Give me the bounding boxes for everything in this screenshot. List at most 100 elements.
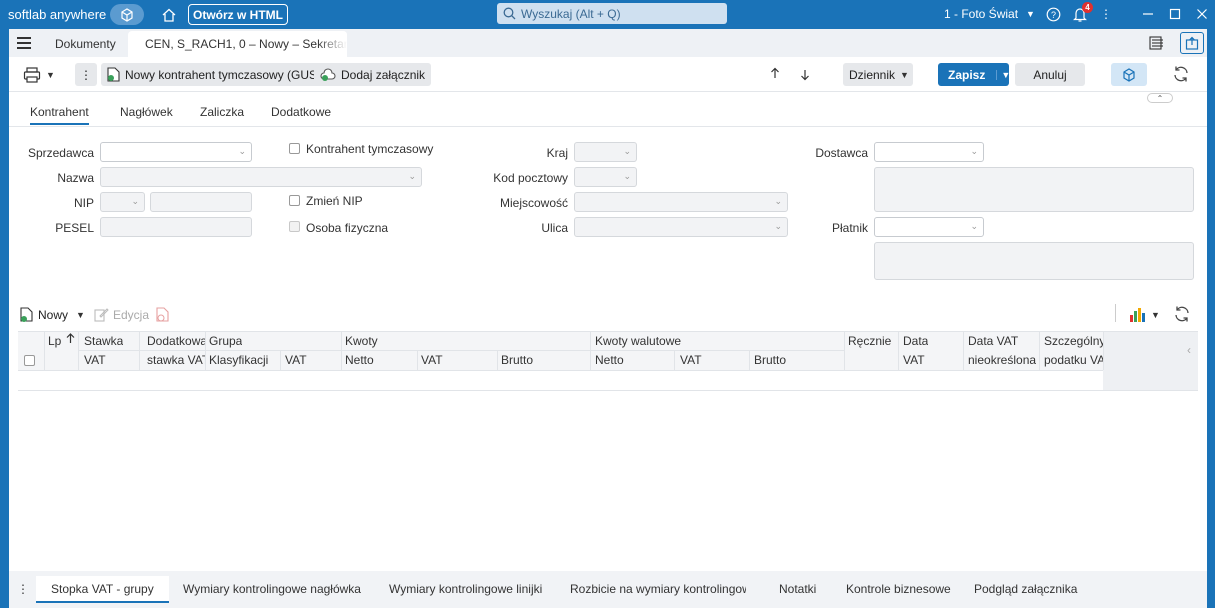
col-fx-amounts: Kwoty walutowe <box>595 334 682 348</box>
chevron-down-icon: ⌄ <box>970 146 978 156</box>
nip-input[interactable] <box>150 192 252 212</box>
cube-icon[interactable] <box>110 4 144 25</box>
close-icon[interactable] <box>1193 5 1211 23</box>
col-fx-net[interactable]: Netto <box>595 353 624 367</box>
tab-active-document[interactable]: CEN, S_RACH1, 0 – Nowy – Sekretariat <box>128 31 347 57</box>
share-icon[interactable] <box>1180 32 1204 54</box>
chevron-down-icon: ⌄ <box>131 196 139 206</box>
document-add-icon <box>107 67 120 82</box>
change-nip-label: Zmień NIP <box>306 194 363 208</box>
delete-row-icon[interactable] <box>156 307 170 323</box>
col-fx-gross[interactable]: Brutto <box>754 353 786 367</box>
tab-dodatkowe[interactable]: Dodatkowe <box>271 105 331 119</box>
bottom-more-icon[interactable]: ⋮ <box>17 582 29 596</box>
save-label: Zapisz <box>948 67 986 82</box>
col-gross[interactable]: Brutto <box>501 353 533 367</box>
print-button[interactable]: ▼ <box>17 63 61 86</box>
tab-vat-footer-groups[interactable]: Stopka VAT - grupy <box>36 576 169 603</box>
refresh-icon[interactable] <box>1172 65 1190 86</box>
select-all-checkbox[interactable] <box>24 355 35 366</box>
payer-select[interactable]: ⌄ <box>874 217 984 237</box>
tab-attachment-preview[interactable]: Podgląd załącznika <box>974 582 1077 596</box>
company-name: 1 - Foto Świat <box>944 7 1019 21</box>
home-icon[interactable] <box>160 6 178 24</box>
col-group[interactable]: Grupa <box>209 334 242 348</box>
col-fx-vat[interactable]: VAT <box>680 353 702 367</box>
tab-kontrahent[interactable]: Kontrahent <box>30 105 89 125</box>
list-view-icon[interactable] <box>1147 34 1167 52</box>
main-window: Dokumenty CEN, S_RACH1, 0 – Nowy – Sekre… <box>9 29 1207 600</box>
temp-contractor-checkbox[interactable] <box>289 143 300 154</box>
tab-line-controlling[interactable]: Wymiary kontrolingowe linijki <box>389 582 542 596</box>
help-icon[interactable]: ? <box>1044 5 1062 23</box>
tab-naglowek[interactable]: Nagłówek <box>120 105 173 119</box>
city-label: Miejscowość <box>499 196 568 210</box>
tab-documents[interactable]: Dokumenty <box>55 37 116 51</box>
street-select[interactable]: ⌄ <box>574 217 788 237</box>
col-lp[interactable]: Lp <box>48 334 61 348</box>
col-amounts: Kwoty <box>345 334 378 348</box>
tab-zaliczka[interactable]: Zaliczka <box>200 105 244 119</box>
global-search-input[interactable]: Wyszukaj (Alt + Q) <box>497 3 727 24</box>
maximize-icon[interactable] <box>1166 5 1184 23</box>
col-rate[interactable]: Stawka <box>84 334 123 348</box>
col-date-vat: VAT <box>903 353 925 367</box>
edit-row-button[interactable]: Edycja <box>94 307 149 322</box>
col-date[interactable]: Data <box>903 334 928 348</box>
tab-notes[interactable]: Notatki <box>779 582 816 596</box>
document-toolbar: ▼ ⋮ Nowy kontrahent tymczasowy (GUS) Dod… <box>9 58 1207 92</box>
tab-header-controlling[interactable]: Wymiary kontrolingowe nagłówka <box>183 582 361 596</box>
col-classification[interactable]: Klasyfikacji <box>209 353 268 367</box>
tab-business-checks[interactable]: Kontrole biznesowe <box>846 582 951 596</box>
col-date-vat-undef[interactable]: Data VAT <box>968 334 1018 348</box>
col-additional[interactable]: Dodatkowa <box>147 334 205 348</box>
tab-controlling-split[interactable]: Rozbicie na wymiary kontrolingowe <box>570 582 746 596</box>
save-button[interactable]: Zapisz ▼ <box>938 63 1010 86</box>
more-vertical-icon[interactable]: ⋮ <box>1097 5 1115 23</box>
journal-dropdown[interactable]: Dziennik ▼ <box>843 63 913 86</box>
payer-details-area <box>874 242 1194 280</box>
chevron-down-icon[interactable]: ▼ <box>996 69 1010 80</box>
company-selector[interactable]: 1 - Foto Świat ▼ <box>944 7 1035 21</box>
add-attachment-button[interactable]: Dodaj załącznik <box>314 63 432 86</box>
natural-person-checkbox[interactable] <box>289 221 300 232</box>
supplier-select[interactable]: ⌄ <box>874 142 984 162</box>
chevron-down-icon: ⌄ <box>623 171 631 181</box>
postal-code-select[interactable]: ⌄ <box>574 167 637 187</box>
arrow-up-icon[interactable] <box>770 67 780 82</box>
new-row-button[interactable]: Nowy ▼ <box>20 307 85 323</box>
cube-view-button[interactable] <box>1111 63 1147 86</box>
bell-icon[interactable]: 4 <box>1071 2 1093 23</box>
col-special[interactable]: Szczególny <box>1044 334 1103 348</box>
payer-label: Płatnik <box>831 221 868 235</box>
seller-select[interactable]: ⌄ <box>100 142 252 162</box>
name-select[interactable]: ⌄ <box>100 167 422 187</box>
nip-prefix-select[interactable]: ⌄ <box>100 192 145 212</box>
country-label: Kraj <box>546 146 568 160</box>
postal-code-label: Kod pocztowy <box>493 171 568 185</box>
refresh-grid-icon[interactable] <box>1173 305 1191 323</box>
change-nip-checkbox[interactable] <box>289 195 300 206</box>
city-select[interactable]: ⌄ <box>574 192 788 212</box>
more-actions-button[interactable]: ⋮ <box>75 63 97 86</box>
col-manual[interactable]: Ręcznie <box>848 334 891 348</box>
cancel-button[interactable]: Anuluj <box>1015 63 1085 86</box>
section-tabs: Kontrahent Nagłówek Zaliczka Dodatkowe <box>9 96 1207 127</box>
country-select[interactable]: ⌄ <box>574 142 637 162</box>
chevron-down-icon: ⌄ <box>238 146 246 156</box>
col-vat[interactable]: VAT <box>421 353 443 367</box>
col-net[interactable]: Netto <box>345 353 374 367</box>
chevron-down-icon: ⌄ <box>970 221 978 231</box>
col-group-vat[interactable]: VAT <box>285 353 307 367</box>
cancel-label: Anuluj <box>1033 67 1067 82</box>
arrow-down-icon[interactable] <box>800 69 810 84</box>
sort-arrow-icon[interactable] <box>66 333 75 347</box>
chart-icon[interactable]: ▼ <box>1129 307 1160 323</box>
minimize-icon[interactable] <box>1139 5 1157 23</box>
new-temp-contractor-button[interactable]: Nowy kontrahent tymczasowy (GUS) <box>101 63 328 86</box>
open-in-html-button[interactable]: Otwórz w HTML <box>188 4 288 25</box>
menu-icon[interactable] <box>17 37 31 49</box>
scroll-left-icon[interactable]: ‹ <box>1187 343 1191 357</box>
journal-label: Dziennik <box>849 67 896 82</box>
pesel-input[interactable] <box>100 217 252 237</box>
